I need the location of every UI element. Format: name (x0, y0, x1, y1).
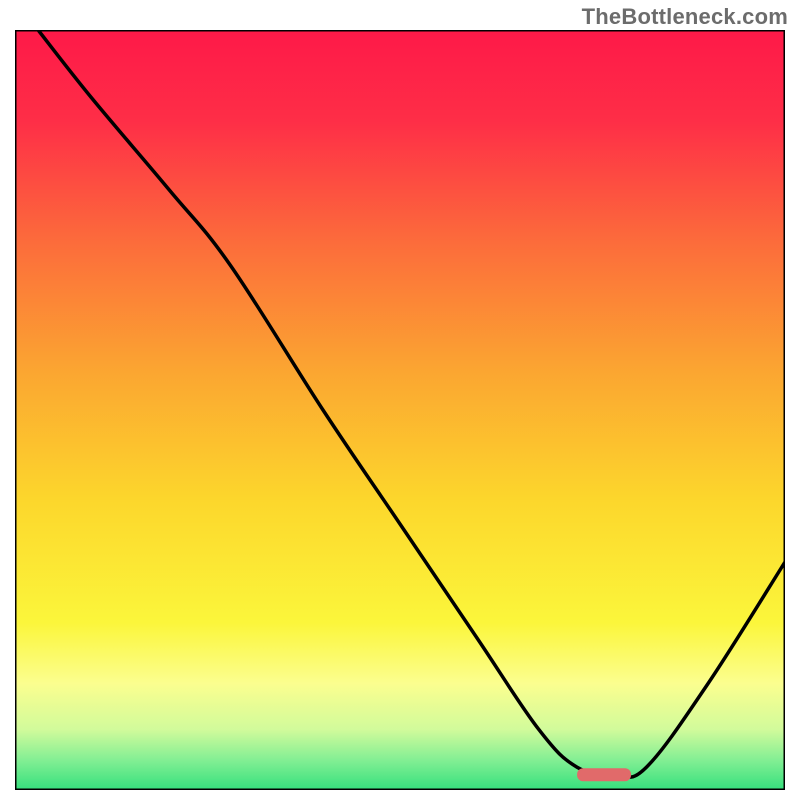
chart-root: TheBottleneck.com (0, 0, 800, 800)
optimal-marker (577, 768, 631, 781)
chart-svg (15, 30, 785, 790)
bottleneck-chart (15, 30, 785, 790)
watermark-label: TheBottleneck.com (582, 4, 788, 30)
